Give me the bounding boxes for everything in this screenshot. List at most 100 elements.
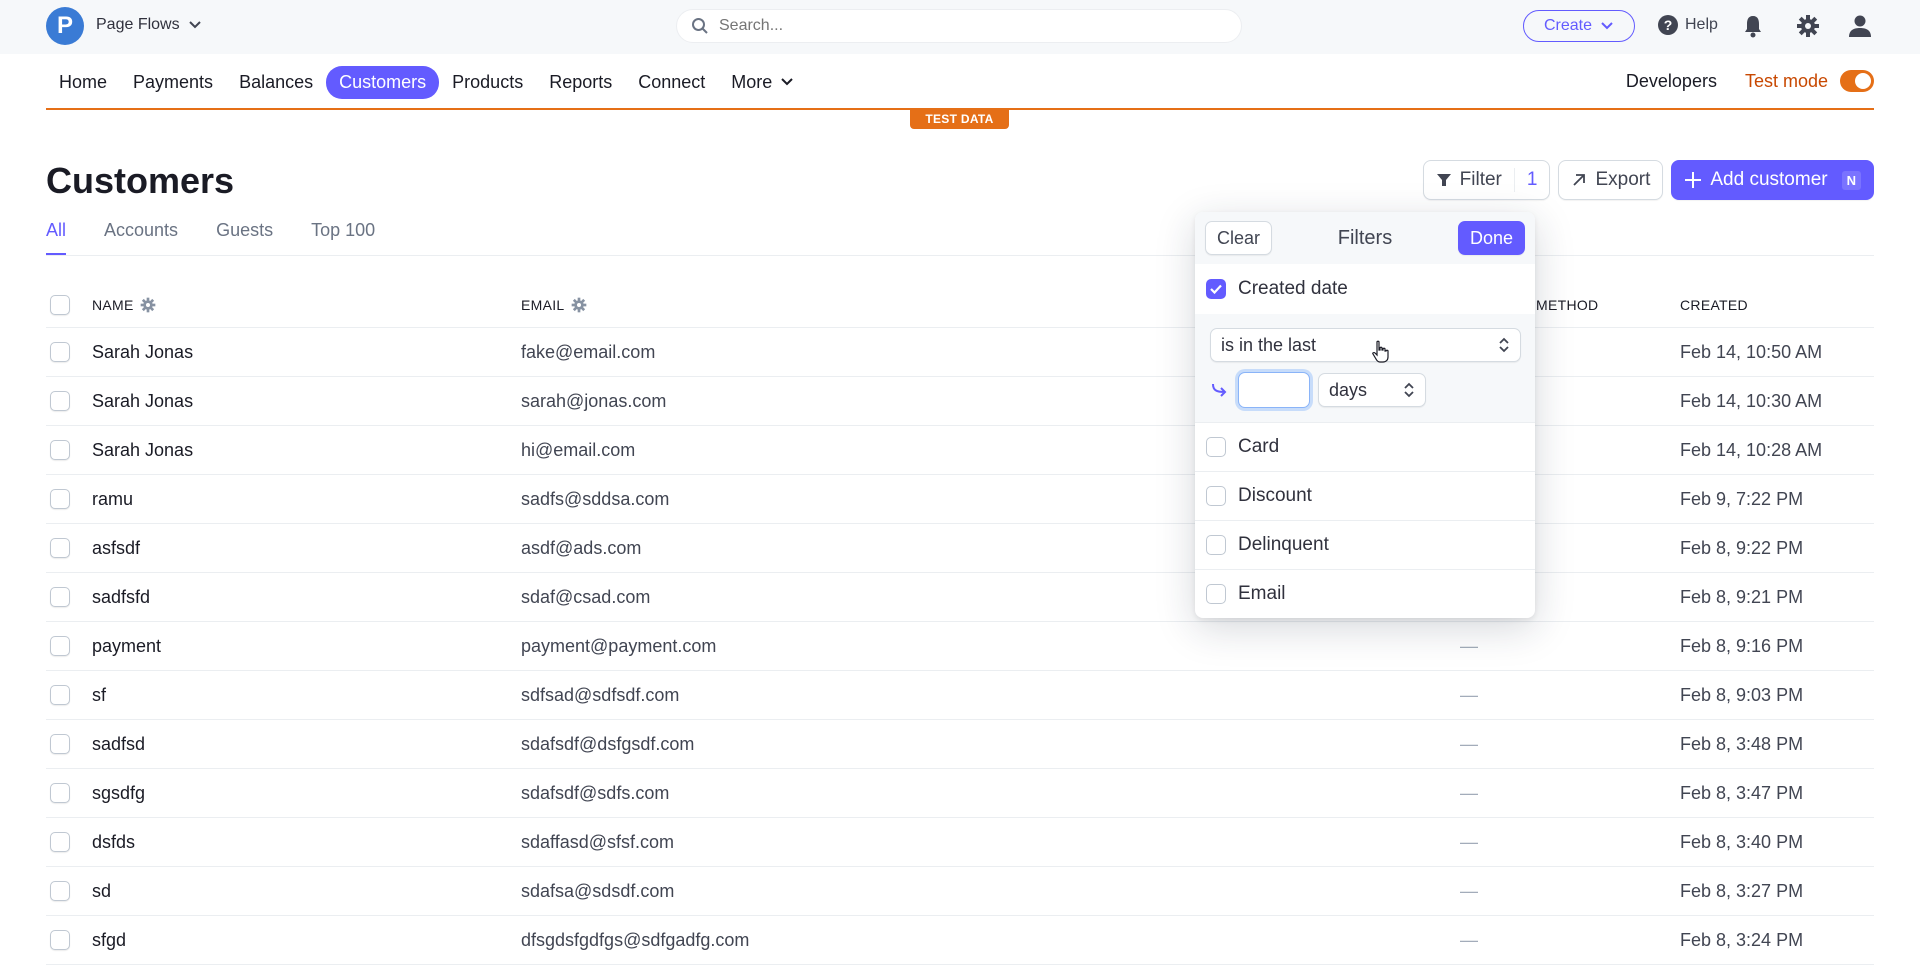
nav-reports[interactable]: Reports (536, 66, 625, 99)
filter-discount[interactable]: Discount (1195, 471, 1535, 520)
tab-top-100[interactable]: Top 100 (311, 220, 375, 255)
user-icon[interactable] (1848, 14, 1872, 38)
nav-more[interactable]: More (718, 66, 807, 99)
chevron-up-down-icon (1499, 337, 1509, 353)
discount-label: Discount (1238, 485, 1312, 506)
table-row[interactable]: sadfsfd sdaf@csad.com Feb 8, 9:21 PM (46, 573, 1874, 622)
help-icon: ? (1658, 15, 1678, 35)
filter-email[interactable]: Email (1195, 569, 1535, 618)
filter-created-date[interactable]: Created date (1195, 264, 1535, 314)
row-checkbox[interactable] (50, 930, 70, 950)
keyboard-shortcut: N (1841, 170, 1861, 190)
tab-guests[interactable]: Guests (216, 220, 273, 255)
created-date: Feb 8, 9:03 PM (1680, 684, 1804, 705)
account-logo[interactable]: P (46, 7, 84, 45)
row-checkbox[interactable] (50, 489, 70, 509)
customer-email: sdafsdf@dsfgsdf.com (521, 733, 695, 754)
row-checkbox[interactable] (50, 685, 70, 705)
bell-icon[interactable] (1743, 14, 1763, 38)
select-all-checkbox[interactable] (50, 294, 70, 315)
row-checkbox[interactable] (50, 881, 70, 901)
row-checkbox[interactable] (50, 391, 70, 411)
done-button[interactable]: Done (1457, 221, 1525, 255)
gear-icon[interactable] (1796, 14, 1820, 38)
customer-name: sf (92, 684, 107, 705)
customer-email: sdaffasd@sfsf.com (521, 831, 674, 852)
chevron-up-down-icon (1404, 382, 1414, 398)
table-row[interactable]: asfsdf asdf@ads.com Feb 8, 9:22 PM (46, 524, 1874, 573)
table-row[interactable]: dsfds sdaffasd@sfsf.com — Feb 8, 3:40 PM (46, 818, 1874, 867)
developers-link[interactable]: Developers (1626, 71, 1717, 92)
customer-name: payment (92, 635, 162, 656)
created-date: Feb 8, 3:40 PM (1680, 831, 1804, 852)
nav-balances[interactable]: Balances (226, 66, 326, 99)
column-created: CREATED (1680, 296, 1748, 313)
created-date-options: is in the last days (1195, 314, 1535, 422)
row-checkbox[interactable] (50, 636, 70, 656)
row-checkbox[interactable] (50, 832, 70, 852)
email-checkbox[interactable] (1206, 584, 1226, 604)
tab-accounts[interactable]: Accounts (104, 220, 178, 255)
nav-customers[interactable]: Customers (326, 65, 440, 99)
table-row[interactable]: Sarah Jonas sarah@jonas.com Feb 14, 10:30 … (46, 377, 1874, 426)
date-operator-select[interactable]: is in the last (1210, 328, 1521, 362)
created-date: Feb 8, 3:48 PM (1680, 733, 1804, 754)
search-input[interactable] (719, 17, 1199, 35)
table-row[interactable]: ramu sadfs@sddsa.com Feb 9, 7:22 PM (46, 475, 1874, 524)
nav-connect[interactable]: Connect (625, 66, 718, 99)
table-row[interactable]: payment payment@payment.com — Feb 8, 9:16 P… (46, 622, 1874, 671)
card-checkbox[interactable] (1206, 437, 1226, 457)
tab-all[interactable]: All (46, 220, 67, 255)
nav-payments[interactable]: Payments (120, 66, 226, 99)
delinquent-label: Delinquent (1238, 534, 1329, 555)
table-row[interactable]: sf sdfsad@sdfsdf.com — Feb 8, 9:03 PM (46, 671, 1874, 720)
column-email-label: EMAIL (521, 296, 565, 313)
table-row[interactable]: sfgd dfsgdsfgdfgs@sdfgadfg.com — Feb 8, 3:2… (46, 916, 1874, 965)
gear-icon[interactable] (140, 297, 156, 313)
table-row[interactable]: Sarah Jonas hi@email.com Feb 14, 10:28 AM (46, 426, 1874, 475)
table-row[interactable]: sadfsd sdafsdf@dsfgsdf.com — Feb 8, 3:48 PM (46, 720, 1874, 769)
created-date-checkbox[interactable] (1206, 279, 1226, 299)
customer-email: sdafsa@sdsdf.com (521, 880, 675, 901)
plus-icon (1685, 172, 1702, 188)
filter-card[interactable]: Card (1195, 422, 1535, 471)
date-value-input[interactable] (1238, 372, 1310, 408)
filter-button[interactable]: Filter 1 (1422, 160, 1551, 200)
page-actions: Filter 1 Export Add customer N (1422, 160, 1874, 200)
row-checkbox[interactable] (50, 342, 70, 362)
export-label: Export (1595, 169, 1651, 190)
row-checkbox[interactable] (50, 538, 70, 558)
add-customer-button[interactable]: Add customer N (1671, 160, 1874, 200)
clear-filters-button[interactable]: Clear (1205, 221, 1273, 255)
export-button[interactable]: Export (1558, 160, 1664, 200)
toggle-switch[interactable] (1840, 70, 1874, 92)
create-button[interactable]: Create (1523, 10, 1635, 42)
delinquent-checkbox[interactable] (1206, 535, 1226, 555)
column-name-label: NAME (92, 296, 134, 313)
nav-products[interactable]: Products (439, 66, 536, 99)
discount-checkbox[interactable] (1206, 486, 1226, 506)
search-bar[interactable] (676, 9, 1242, 43)
payment-method: — (1460, 635, 1478, 656)
customer-email: dfsgdsfgdfgs@sdfgadfg.com (521, 929, 750, 950)
gear-icon[interactable] (571, 297, 587, 313)
filter-delinquent[interactable]: Delinquent (1195, 520, 1535, 569)
created-date: Feb 8, 9:16 PM (1680, 635, 1804, 656)
date-unit-select[interactable]: days (1318, 373, 1426, 407)
help-button[interactable]: ? Help (1657, 14, 1718, 36)
row-checkbox[interactable] (50, 440, 70, 460)
customer-name: dsfds (92, 831, 136, 852)
customers-table: NAME EMAIL METHOD CREATED Sarah Jonas fak… (46, 282, 1874, 965)
table-row[interactable]: sd sdafsa@sdsdf.com — Feb 8, 3:27 PM (46, 867, 1874, 916)
table-row[interactable]: Sarah Jonas fake@email.com Feb 14, 10:50 A… (46, 328, 1874, 377)
nav-home[interactable]: Home (46, 66, 120, 99)
account-switcher[interactable]: Page Flows (96, 16, 202, 34)
table-row[interactable]: sgsdfg sdafsdf@sdfs.com — Feb 8, 3:47 PM (46, 769, 1874, 818)
row-checkbox[interactable] (50, 734, 70, 754)
row-checkbox[interactable] (50, 587, 70, 607)
filters-popover: Clear Filters Done Created date is in th… (1195, 212, 1535, 618)
payment-method: — (1460, 733, 1478, 754)
filter-label: Filter (1459, 169, 1502, 190)
row-checkbox[interactable] (50, 783, 70, 803)
test-mode-toggle[interactable]: Test mode (1745, 70, 1874, 92)
